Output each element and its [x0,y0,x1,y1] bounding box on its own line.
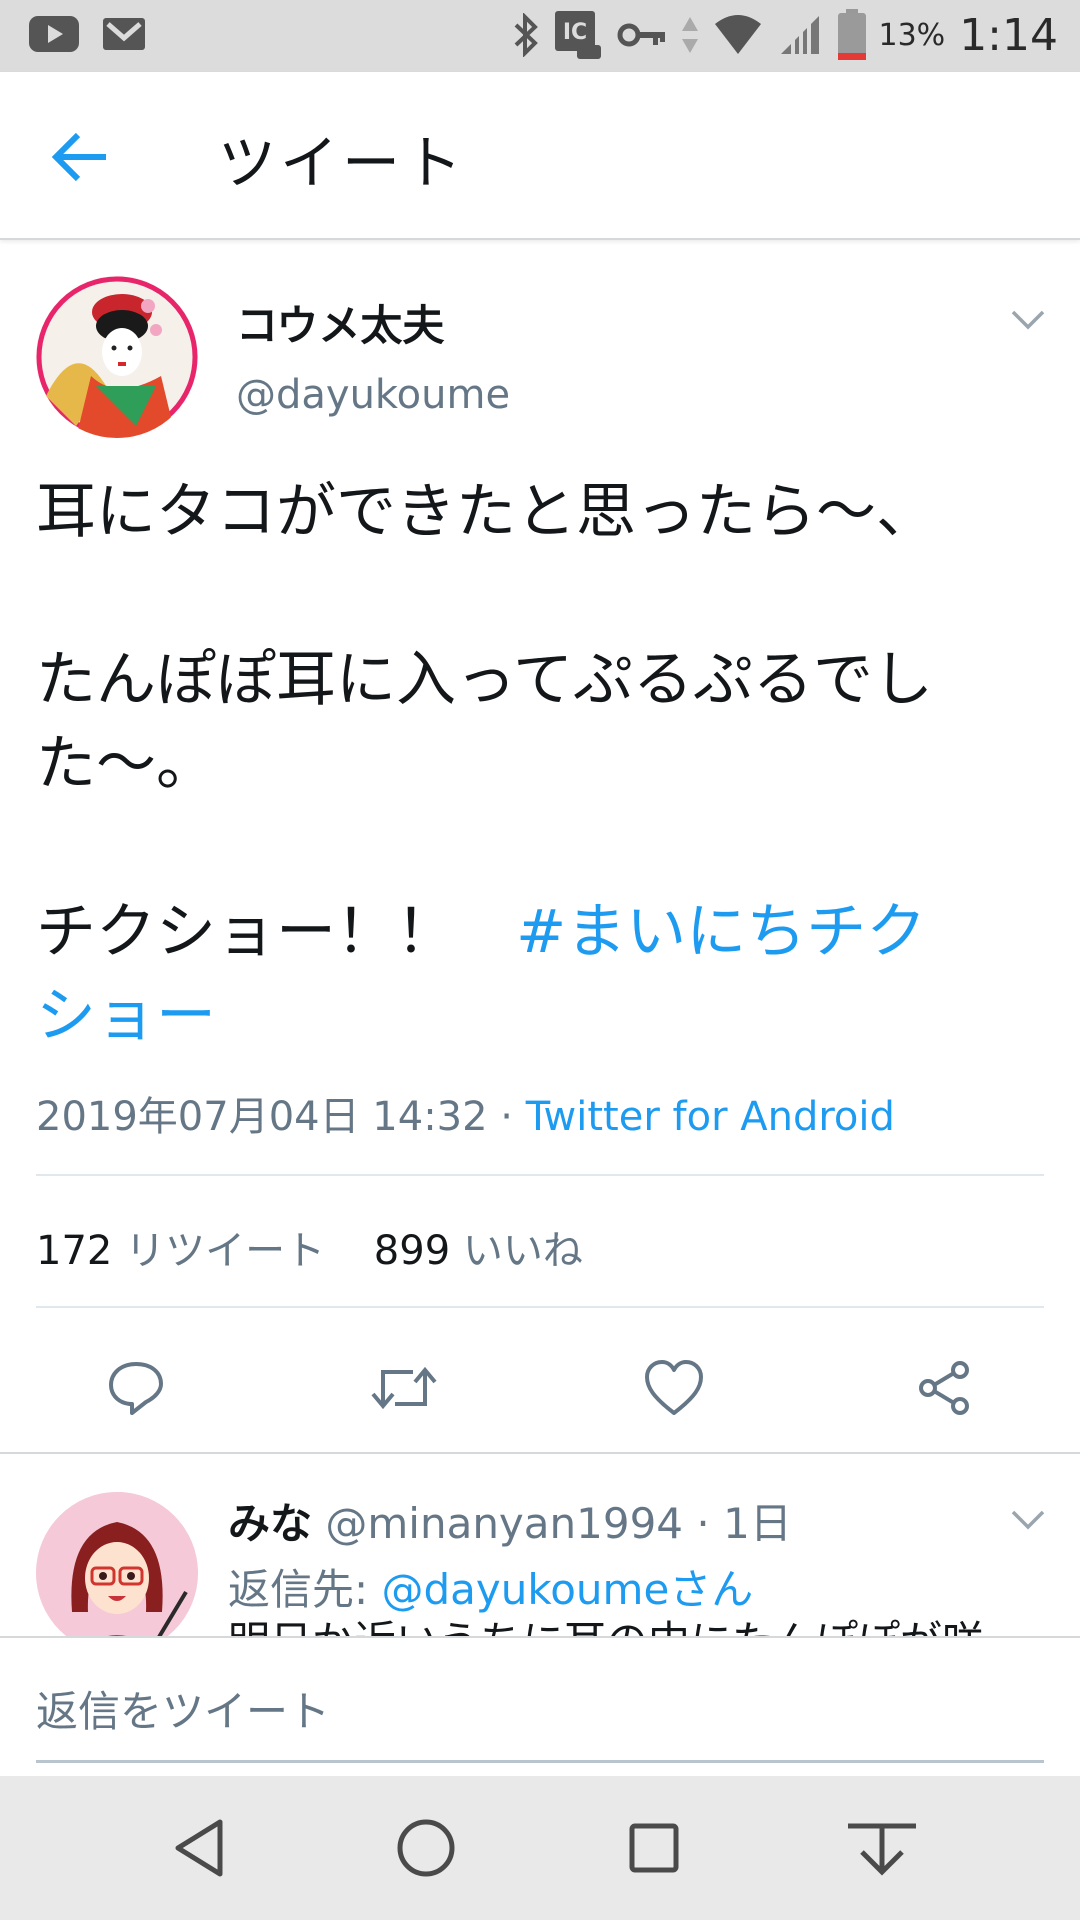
retweet-label[interactable]: リツイート [125,1228,325,1274]
tweet-text: 耳にタコができたと思ったら〜、 たんぽぽ耳に入ってぷるぷるでし た〜。 チクショ… [36,470,1046,1058]
tweet-action-bar [0,1348,1080,1452]
reply-to-mention[interactable]: @dayukoumeさん [382,1565,754,1614]
chevron-down-icon [1011,310,1045,330]
divider [36,1306,1044,1308]
reply-header: みな @minanyan1994 · 1日 [228,1490,792,1551]
status-bar: IC 13% 1:14 [0,0,1080,72]
home-circle-icon [397,1819,455,1877]
reply-composer [0,1636,1080,1776]
reply-author-name[interactable]: みな [228,1499,312,1548]
reply-icon [109,1362,163,1415]
reply-to-line: 返信先: @dayukoumeさん [228,1556,753,1617]
reply-button[interactable] [96,1348,176,1428]
nfc-icon: IC [554,11,601,59]
clock: 1:14 [959,9,1058,61]
tweet-paragraph: 耳にタコができたと思ったら〜、 [36,477,936,547]
reply-menu-button[interactable] [1010,1508,1046,1532]
like-label[interactable]: いいね [463,1228,583,1274]
signal-icon [780,16,819,54]
notification-pull-icon [848,1823,916,1876]
nav-notification-button[interactable] [842,1808,922,1888]
wifi-icon [714,15,761,54]
system-nav-bar [0,1776,1080,1920]
nav-recents-button[interactable] [614,1808,694,1888]
recents-square-icon [629,1823,679,1873]
retweet-button[interactable] [364,1348,444,1428]
battery-icon [837,9,866,60]
vpn-key-icon [617,23,665,47]
like-button[interactable] [634,1348,714,1428]
hashtag-link[interactable]: #まいにちチク [516,897,926,967]
share-button[interactable] [904,1348,984,1428]
share-icon [919,1361,969,1415]
retweet-count[interactable]: 172 [36,1228,112,1274]
tweet-source-link[interactable]: Twitter for Android [526,1094,895,1140]
tweet-paragraph: チクショー！！ #まいにちチク [36,890,1046,974]
tweet-stats: 172 リツイート 899 いいね [36,1218,619,1276]
nav-home-button[interactable] [386,1808,466,1888]
reply-author-handle[interactable]: @minanyan1994 [325,1499,683,1548]
divider [36,1174,1044,1176]
back-button[interactable] [50,127,114,187]
author-handle[interactable]: @dayukoume [236,372,510,418]
like-icon [645,1360,703,1415]
reply-age: · 1日 [696,1499,792,1548]
youtube-icon [29,16,79,52]
back-arrow-icon [51,132,106,182]
reply-to-prefix: 返信先: [228,1565,382,1614]
input-underline [36,1760,1044,1763]
tweet-text-line: チクショー！！ [36,897,516,967]
section-divider [0,1452,1080,1454]
author-avatar[interactable] [36,276,198,438]
chevron-down-icon [1011,1510,1045,1530]
bluetooth-icon [514,13,538,57]
tweet-menu-button[interactable] [1010,308,1046,332]
tweet-meta: 2019年07月04日 14:32 · Twitter for Android [36,1084,895,1142]
author-name[interactable]: コウメ太夫 [236,292,444,353]
nav-back-button[interactable] [160,1808,240,1888]
back-triangle-icon [175,1819,223,1877]
data-arrows-icon [681,17,698,53]
tweet-paragraph: たんぽぽ耳に入ってぷるぷるでし [36,645,933,715]
retweet-icon [371,1366,437,1410]
gmail-icon [103,18,145,50]
like-count[interactable]: 899 [374,1228,450,1274]
app-bar: ツイート [0,72,1080,240]
page-title: ツイート [218,129,467,197]
svg-text:IC: IC [562,20,586,45]
reply-text-preview[interactable]: 明日か近いうちに耳の中にたんぽぽが咲 [228,1618,984,1636]
tweet-timestamp: 2019年07月04日 14:32 · [36,1094,526,1140]
reply-input[interactable] [36,1682,1044,1740]
reply-avatar[interactable] [36,1492,198,1654]
tweet-paragraph: た〜。 [36,729,216,799]
hashtag-link-continued[interactable]: ショー [36,974,1046,1058]
battery-percent: 13% [878,17,946,53]
